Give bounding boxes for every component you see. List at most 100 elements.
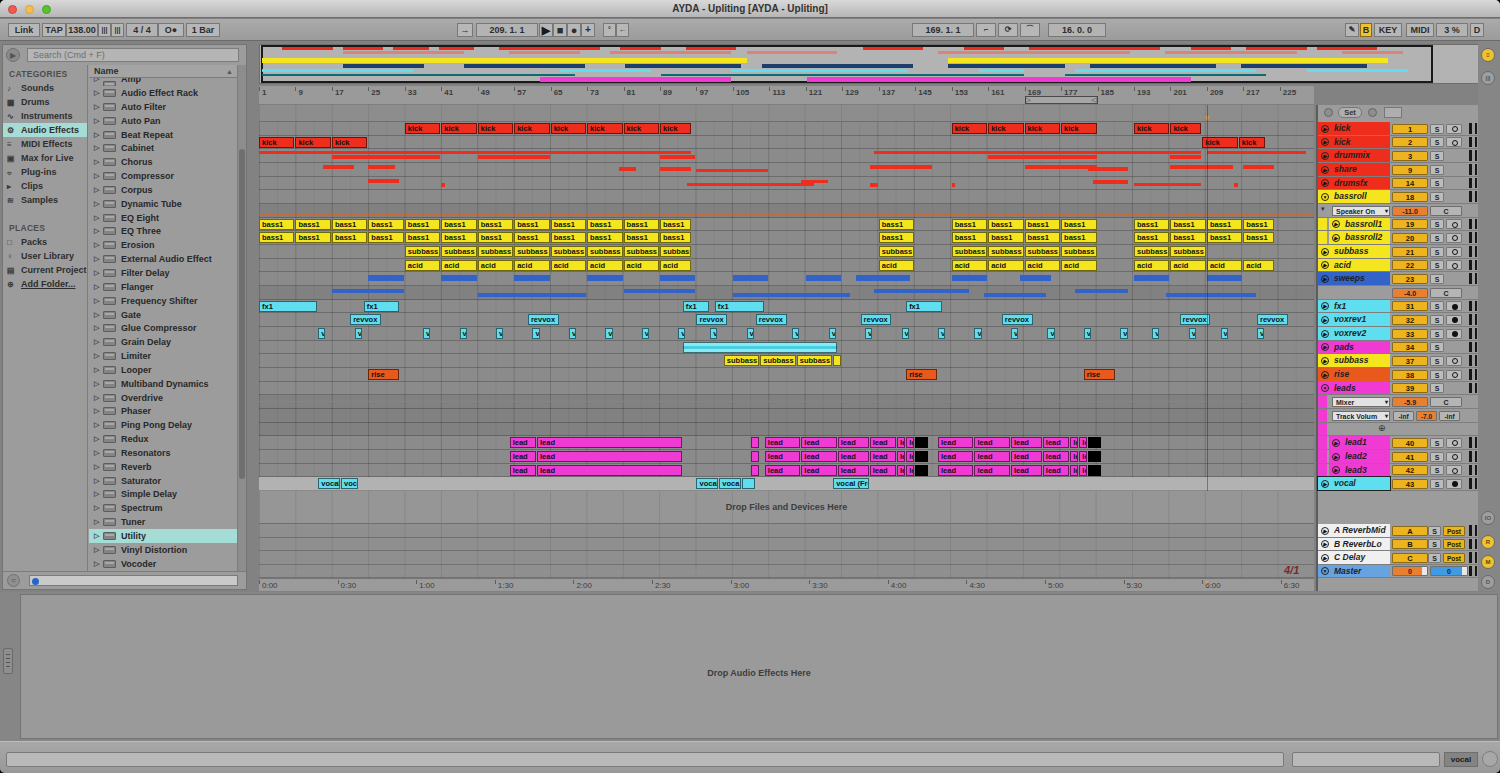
device-item[interactable]: ▷Multiband Dynamics	[89, 377, 237, 391]
clip[interactable]: le	[906, 437, 914, 448]
expand-triangle-icon[interactable]: ▷	[94, 529, 99, 543]
solo-button[interactable]: S	[1430, 274, 1444, 284]
expand-triangle-icon[interactable]: ▷	[94, 169, 99, 183]
track-header-autoval[interactable]: -4.0C	[1318, 286, 1480, 300]
expand-triangle-icon[interactable]: ▷	[94, 78, 99, 80]
clip[interactable]	[1166, 293, 1256, 297]
clip[interactable]: lead	[974, 451, 1009, 462]
clip[interactable]	[1134, 183, 1201, 186]
clip[interactable]: le	[1079, 465, 1087, 476]
solo-button[interactable]: S	[1430, 151, 1444, 161]
clip[interactable]: subbass	[879, 246, 914, 257]
clip[interactable]: bass1	[551, 219, 586, 230]
arrangement-position-display[interactable]: 209. 1. 1	[476, 23, 538, 37]
clip[interactable]: acid	[624, 260, 659, 271]
clip[interactable]	[660, 167, 691, 171]
expand-triangle-icon[interactable]: ▷	[94, 363, 99, 377]
clip[interactable]: vc	[642, 328, 649, 339]
arm-button[interactable]	[1446, 479, 1462, 489]
sidebar-item-midi-effects[interactable]: ≡MIDI Effects	[3, 137, 87, 151]
clip[interactable]: vc	[829, 328, 836, 339]
clip[interactable]: vocal (F	[318, 478, 340, 489]
nudge-down-button[interactable]: |||	[98, 23, 111, 37]
solo-button[interactable]: S	[1430, 438, 1444, 448]
solo-button[interactable]: S	[1428, 539, 1441, 549]
clip[interactable]	[833, 355, 841, 366]
clip[interactable]: bass1	[952, 219, 987, 230]
expand-triangle-icon[interactable]: ▷	[94, 266, 99, 280]
clip[interactable]	[368, 275, 403, 281]
clip[interactable]: acid	[660, 260, 691, 271]
clip[interactable]: bass1	[587, 219, 622, 230]
device-item[interactable]: ▷Utility	[89, 529, 237, 543]
track-number[interactable]: 33	[1392, 329, 1428, 339]
expand-triangle-icon[interactable]: ▷	[94, 128, 99, 142]
track-number[interactable]: 37	[1392, 356, 1428, 366]
midi-map-button[interactable]: MIDI	[1406, 23, 1434, 37]
expand-triangle-icon[interactable]: ▷	[94, 460, 99, 474]
clip[interactable]: vc	[532, 328, 539, 339]
clip[interactable]: vc	[569, 328, 576, 339]
arm-button[interactable]	[1446, 247, 1462, 257]
clip[interactable]	[952, 275, 987, 281]
return-track-header-c[interactable]: ▶C DelayCSPost	[1318, 551, 1480, 565]
time-ruler[interactable]: 0:000:301:001:302:002:303:003:304:004:30…	[259, 578, 1314, 591]
clip[interactable]	[806, 275, 841, 281]
clip[interactable]	[619, 167, 636, 171]
expand-triangle-icon[interactable]: ▷	[94, 252, 99, 266]
expand-triangle-icon[interactable]: ▷	[94, 114, 99, 128]
track-number[interactable]: 22	[1392, 260, 1428, 270]
track-header-share[interactable]: ▶share9S	[1318, 163, 1480, 177]
clip[interactable]: bass1	[332, 232, 367, 243]
clip[interactable]: acid	[551, 260, 586, 271]
clip[interactable]: rise	[368, 369, 399, 380]
device-item[interactable]: ▷Simple Delay	[89, 487, 237, 501]
clip[interactable]: kick	[1170, 123, 1201, 134]
expand-triangle-icon[interactable]: ▷	[94, 141, 99, 155]
clip[interactable]: vc	[974, 328, 981, 339]
clip[interactable]: lead	[510, 451, 536, 462]
device-item[interactable]: ▷Vinyl Distortion	[89, 543, 237, 557]
track-play-icon[interactable]: ▶	[1332, 439, 1340, 447]
clip[interactable]: revvox	[756, 314, 787, 325]
arm-button[interactable]	[1446, 329, 1462, 339]
clip[interactable]: kick	[587, 123, 622, 134]
pan-value[interactable]: C	[1430, 288, 1462, 298]
track-play-icon[interactable]: ▶	[1321, 125, 1329, 133]
clip[interactable]: bass1	[1025, 232, 1060, 243]
clip[interactable]: le	[897, 451, 905, 462]
track-play-icon[interactable]: ▶	[1321, 302, 1329, 310]
master-automation-line[interactable]	[259, 571, 1314, 572]
arrangement-view-toggle[interactable]: ≡	[1481, 48, 1495, 62]
device-item[interactable]: ▷Auto Pan	[89, 114, 237, 128]
expand-triangle-icon[interactable]: ▷	[94, 543, 99, 557]
clip[interactable]: bass1	[1207, 219, 1242, 230]
quantization-menu[interactable]: 1 Bar	[186, 23, 220, 37]
clip[interactable]: fx1	[364, 301, 399, 312]
clip[interactable]: vc	[792, 328, 799, 339]
clip[interactable]: bass1	[879, 219, 914, 230]
track-play-icon[interactable]: ▶	[1321, 554, 1329, 562]
clip[interactable]	[660, 155, 695, 159]
arrangement-drop-area[interactable]: Drop Files and Devices Here	[259, 491, 1314, 524]
arm-button[interactable]	[1446, 301, 1462, 311]
back-to-arrangement-button[interactable]: ←	[616, 23, 629, 37]
master-track-header[interactable]: ▼Master00	[1318, 565, 1480, 579]
device-item[interactable]: ▷Audio Effect Rack	[89, 86, 237, 100]
track-header-bassroll1[interactable]: ▶bassroll119S	[1318, 218, 1480, 232]
track-play-icon[interactable]: ▶	[1332, 234, 1340, 242]
clip[interactable]: kick	[405, 123, 440, 134]
device-item[interactable]: ▷Dynamic Tube	[89, 197, 237, 211]
clip[interactable]: lead	[938, 451, 973, 462]
solo-button[interactable]: S	[1428, 553, 1441, 563]
track-number[interactable]: 38	[1392, 370, 1428, 380]
punch-set-icon[interactable]	[1368, 108, 1377, 117]
arm-button[interactable]	[1446, 356, 1462, 366]
clip[interactable]	[751, 465, 759, 476]
clip[interactable]: bass1	[660, 219, 691, 230]
arm-button[interactable]	[1446, 452, 1462, 462]
track-header-kick[interactable]: ▶kick1S	[1318, 122, 1480, 136]
device-view-handle[interactable]	[3, 648, 13, 674]
clip[interactable]: subbass	[1134, 246, 1169, 257]
expand-triangle-icon[interactable]: ▷	[94, 155, 99, 169]
